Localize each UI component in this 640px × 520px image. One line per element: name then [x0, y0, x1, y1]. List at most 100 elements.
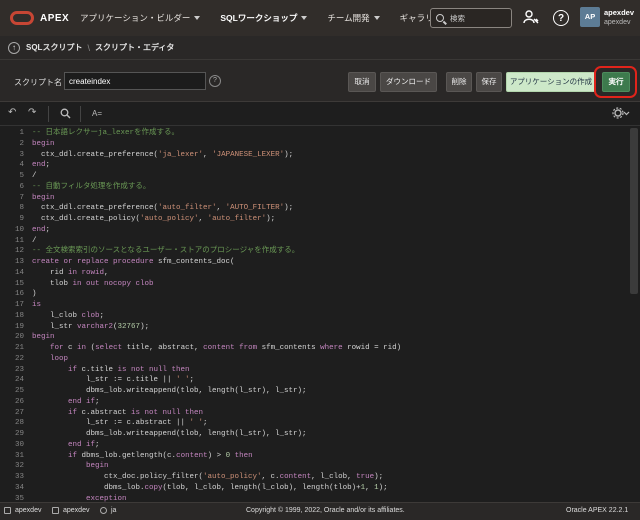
help-icon[interactable]: ?: [209, 75, 221, 87]
footer-user[interactable]: apexdev: [4, 507, 41, 514]
code-token: 'auto_policy': [203, 473, 262, 481]
user-menu[interactable]: apexdev apexdev: [604, 8, 634, 28]
footer-user-label: apexdev: [15, 507, 42, 514]
code-line: end;: [32, 225, 50, 236]
code-token: title, abstract,: [122, 344, 204, 352]
line-number: 5: [19, 172, 24, 180]
code-line: exception: [32, 494, 127, 503]
code-line: end;: [32, 160, 50, 171]
line-number: 33: [14, 473, 24, 481]
code-token: ): [32, 290, 37, 299]
code-token: c.abstract: [77, 408, 132, 417]
line-number: 30: [14, 440, 24, 449]
code-token: , c.: [261, 473, 280, 481]
user-avatar[interactable]: AP: [580, 7, 600, 27]
line-number: 32: [14, 462, 24, 471]
breadcrumb: ↑ SQLスクリプト \ スクリプト・エディタ: [0, 36, 640, 60]
line-number: 16: [14, 290, 24, 299]
code-token: is not null then: [131, 408, 204, 417]
apex-logo[interactable]: APEX: [10, 11, 80, 25]
create-application-button[interactable]: アプリケーションの作成: [506, 72, 596, 92]
find-icon[interactable]: [60, 108, 71, 122]
code-line: -- 日本語レクサーja_lexerを作成する。: [32, 128, 179, 139]
nav-team-development[interactable]: チーム開発: [327, 12, 380, 24]
code-token: sfm_contents_doc(: [153, 258, 235, 266]
code-line: /: [32, 236, 37, 247]
line-number: 4: [19, 161, 24, 170]
code-line: end if;: [32, 440, 100, 451]
line-number: 27: [14, 408, 24, 417]
line-number: 29: [14, 430, 24, 438]
code-token: ctx_ddl.create_policy(: [32, 215, 141, 223]
code-token: ;: [95, 440, 100, 449]
breadcrumb-sql-scripts[interactable]: SQLスクリプト: [26, 42, 82, 53]
download-button[interactable]: ダウンロード: [380, 72, 437, 92]
script-toolbar: スクリプト名 ? 取消 ダウンロード 削除 保存 アプリケーションの作成 実行: [0, 60, 640, 102]
top-navigation-bar: APEX アプリケーション・ビルダー SQLワークショップ チーム開発 ギャラリ…: [0, 0, 640, 36]
code-token: content: [279, 473, 312, 481]
code-line: ctx_ddl.create_policy('auto_policy', 'au…: [32, 214, 275, 225]
code-token: ;: [189, 376, 195, 385]
undo-icon[interactable]: ↶: [8, 107, 16, 118]
code-token: ,: [216, 204, 226, 213]
code-line: for c in (select title, abstract, conten…: [32, 343, 401, 354]
code-token: begin: [32, 193, 55, 202]
line-number: 22: [14, 354, 24, 363]
code-line: if dbms_lob.getlength(c.content) > 0 the…: [32, 451, 253, 462]
code-token: end: [32, 225, 46, 234]
editor-toolbar: ↶ ↷ A=: [0, 102, 640, 126]
code-token: clob: [81, 311, 100, 320]
script-name-input[interactable]: [64, 72, 206, 90]
code-line: dbms_lob.writeappend(tlob, length(l_str)…: [32, 429, 307, 440]
line-number: 15: [14, 279, 24, 288]
nav-gallery[interactable]: ギャラリ: [400, 12, 434, 24]
code-token: for: [50, 344, 64, 352]
nav-sql-workshop[interactable]: SQLワークショップ: [220, 12, 308, 24]
footer-copyright-text: Copyright © 1999, 2022, Oracle and/or it…: [246, 507, 405, 514]
code-line: rid in rowid,: [32, 268, 109, 279]
line-number: 20: [14, 333, 24, 342]
code-editor[interactable]: 1 -- 日本語レクサーja_lexerを作成する。 2 begin 3 ctx_ddl…: [0, 126, 640, 502]
code-token: end if: [68, 440, 96, 449]
code-token: l_clob: [32, 311, 82, 320]
navigate-up-icon[interactable]: ↑: [8, 41, 20, 54]
footer-language[interactable]: ja: [100, 507, 116, 514]
font-size-icon[interactable]: A=: [92, 109, 102, 118]
code-token: );: [378, 483, 388, 492]
line-number: 10: [14, 225, 24, 234]
line-number: 28: [14, 419, 24, 428]
line-number: 6: [19, 182, 24, 191]
delete-button[interactable]: 削除: [446, 72, 472, 92]
code-token: in: [77, 344, 87, 352]
editor-scrollbar[interactable]: [630, 128, 638, 294]
code-token: content: [176, 451, 208, 460]
code-token: ,: [198, 215, 208, 223]
code-line: ctx_ddl.create_preference('auto_filter',…: [32, 203, 293, 214]
administration-icon[interactable]: [522, 9, 540, 27]
code-token: c: [63, 344, 78, 352]
code-line: ): [32, 289, 37, 300]
settings-gear-icon[interactable]: [612, 107, 630, 122]
footer-workspace[interactable]: apexdev: [52, 507, 89, 514]
code-token: l_str := c.abstract ||: [32, 419, 190, 428]
nav-gallery-label: ギャラリ: [399, 13, 434, 23]
code-line: /: [32, 171, 37, 182]
cancel-button[interactable]: 取消: [348, 72, 376, 92]
nav-app-builder[interactable]: アプリケーション・ビルダー: [80, 12, 201, 24]
code-line: begin: [32, 461, 109, 472]
code-token: 'auto_filter': [158, 204, 217, 213]
help-icon[interactable]: ?: [553, 10, 569, 26]
save-button[interactable]: 保存: [476, 72, 502, 92]
redo-icon[interactable]: ↷: [28, 107, 36, 118]
user-name: apexdev: [604, 8, 635, 17]
code-token: where: [320, 344, 343, 352]
code-token: begin: [86, 462, 109, 471]
search-input[interactable]: 検索: [430, 8, 512, 28]
code-token: c.title: [77, 365, 118, 374]
chevron-down-icon: [373, 16, 380, 20]
search-placeholder: 検索: [450, 13, 465, 23]
nav-sql-workshop-label: SQLワークショップ: [220, 13, 298, 23]
line-number: 11: [14, 236, 24, 245]
